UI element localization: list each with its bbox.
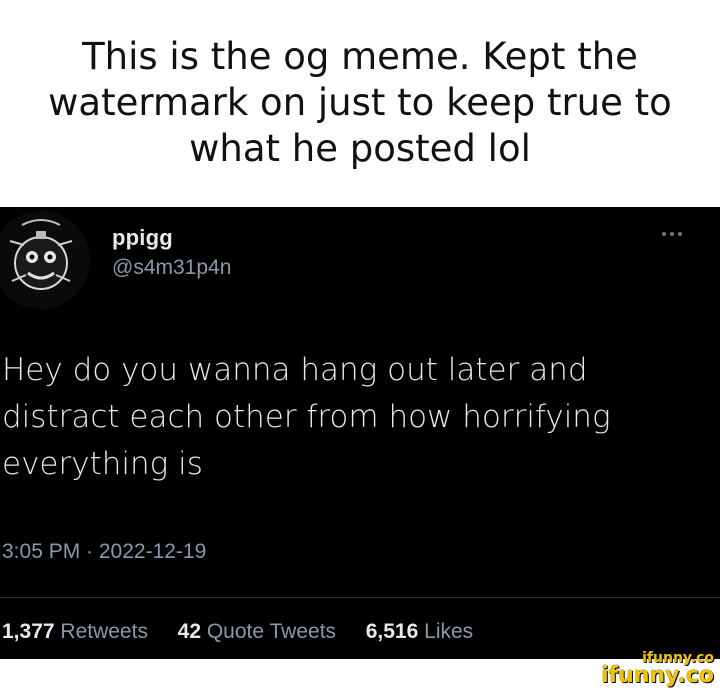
likes-stat[interactable]: 6,516 Likes xyxy=(366,620,473,643)
likes-label: Likes xyxy=(424,620,474,643)
meme-caption: This is the og meme. Kept the watermark … xyxy=(0,0,720,207)
likes-count: 6,516 xyxy=(365,620,419,643)
quote-tweets-stat[interactable]: 42 Quote Tweets xyxy=(178,620,342,643)
tweet-card: ppigg @s4m31p4n Hey do you wanna hang ou… xyxy=(0,207,720,659)
tweet-text: Hey do you wanna hang out later and dist… xyxy=(2,352,611,482)
tweet-timestamp[interactable]: 3:05 PM · 2022-12-19 xyxy=(2,540,206,564)
avatar-image-icon xyxy=(0,211,90,309)
quote-tweets-label: Quote Tweets xyxy=(206,620,337,643)
user-handle[interactable]: @s4m31p4n xyxy=(112,256,231,280)
more-horizontal-icon[interactable] xyxy=(662,229,686,239)
retweets-count: 1,377 xyxy=(2,620,55,643)
divider xyxy=(0,597,720,598)
tweet-stats: 1,377 Retweets 42 Quote Tweets 6,516 Lik… xyxy=(2,620,473,644)
watermark-large-text: ifunny.co xyxy=(601,663,714,688)
retweets-label: Retweets xyxy=(60,620,148,643)
retweets-stat[interactable]: 1,377 Retweets xyxy=(2,620,154,643)
display-name[interactable]: ppigg xyxy=(112,225,173,251)
caption-text: This is the og meme. Kept the watermark … xyxy=(48,34,672,170)
quote-tweets-count: 42 xyxy=(177,620,201,643)
avatar[interactable] xyxy=(0,211,90,309)
ifunny-watermark: ifunny.co ifunny.co xyxy=(601,650,714,688)
